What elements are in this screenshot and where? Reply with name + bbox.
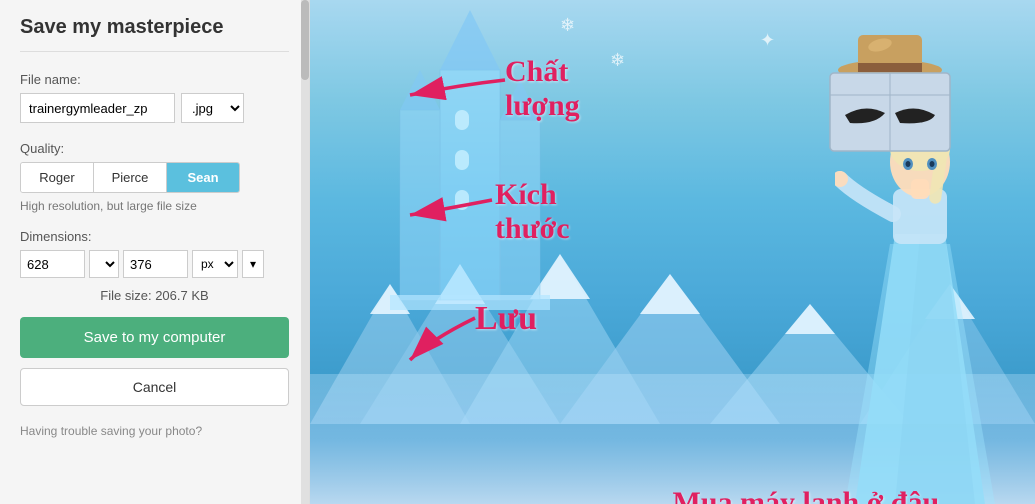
- quality-hint: High resolution, but large file size: [20, 199, 289, 213]
- dimensions-label: Dimensions:: [20, 229, 289, 244]
- kich-thuoc-text: Kích thước: [495, 178, 570, 246]
- dimensions-section: Dimensions: ▾ px in cm ▾: [20, 229, 289, 278]
- file-size-label: File size:: [100, 288, 151, 303]
- elsa-figure: [835, 114, 1005, 504]
- dialog-title: Save my masterpiece: [20, 16, 289, 52]
- quality-tab-pierce[interactable]: Pierce: [94, 163, 167, 192]
- snowflake-1: ❄: [560, 15, 575, 36]
- cancel-button[interactable]: Cancel: [20, 368, 289, 406]
- width-unit-select[interactable]: ▾: [89, 250, 119, 278]
- snowflake-2: ❄: [610, 50, 625, 71]
- scrollbar-thumb[interactable]: [301, 0, 309, 80]
- file-size-text: File size: 206.7 KB: [20, 288, 289, 303]
- unit-select[interactable]: px in cm: [192, 250, 238, 278]
- filename-row: .jpg .png .gif .bmp: [20, 93, 289, 123]
- luu-text: Lưu: [475, 300, 537, 338]
- quality-tab-sean[interactable]: Sean: [167, 163, 239, 192]
- dimensions-expand-button[interactable]: ▾: [242, 250, 264, 278]
- mua-may-lanh-text: Mua máy lạnh ở đâu: [673, 486, 940, 504]
- scrollbar-track[interactable]: [301, 0, 309, 504]
- height-input[interactable]: [123, 250, 188, 278]
- filename-label: File name:: [20, 72, 289, 87]
- quality-section: Quality: Roger Pierce Sean High resoluti…: [20, 141, 289, 213]
- filename-input[interactable]: [20, 93, 175, 123]
- quality-tab-roger[interactable]: Roger: [21, 163, 94, 192]
- dimensions-row: ▾ px in cm ▾: [20, 250, 289, 278]
- save-button[interactable]: Save to my computer: [20, 317, 289, 358]
- width-input[interactable]: [20, 250, 85, 278]
- image-preview-panel: ❄ ❄ ✦ Chất lượng Kích thước Lưu Mua máy …: [310, 0, 1035, 504]
- save-dialog-panel: Save my masterpiece File name: .jpg .png…: [0, 0, 310, 504]
- format-select[interactable]: .jpg .png .gif .bmp: [181, 93, 244, 123]
- file-size-value: 206.7 KB: [155, 288, 209, 303]
- trouble-text: Having trouble saving your photo?: [20, 424, 289, 438]
- snowflake-3: ✦: [760, 30, 775, 51]
- quality-tabs: Roger Pierce Sean: [20, 162, 240, 193]
- box-character: [820, 25, 960, 155]
- chat-luong-text: Chất lượng: [505, 55, 580, 123]
- quality-label: Quality:: [20, 141, 289, 156]
